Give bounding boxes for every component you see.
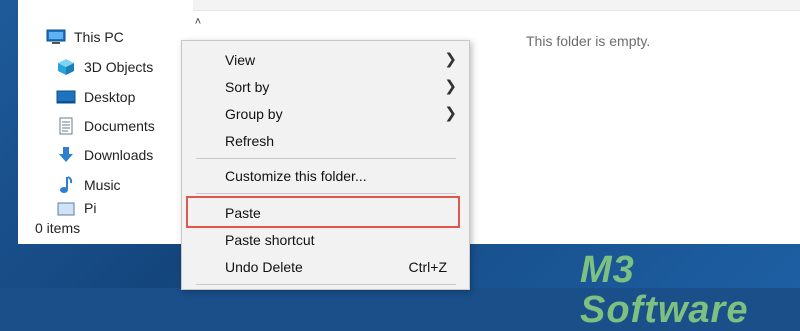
- nav-item-label: Music: [84, 177, 121, 193]
- menu-item-label: View: [225, 52, 256, 68]
- chevron-right-icon: ❯: [444, 51, 457, 68]
- chevron-right-icon: ❯: [444, 105, 457, 122]
- menu-separator: [196, 193, 456, 194]
- context-menu: View ❯ Sort by ❯ Group by ❯ Refresh Cust…: [181, 40, 470, 290]
- menu-item-group-by[interactable]: Group by ❯: [182, 101, 469, 127]
- brand-watermark: M3 Software: [580, 249, 749, 331]
- menu-item-paste-shortcut[interactable]: Paste shortcut: [182, 227, 469, 253]
- menu-item-label: Refresh: [225, 133, 275, 149]
- menu-item-sort-by[interactable]: Sort by ❯: [182, 74, 469, 100]
- menu-separator: [196, 284, 456, 285]
- nav-item-label: Documents: [84, 118, 155, 134]
- nav-item-3d-objects[interactable]: 3D Objects: [56, 54, 153, 80]
- navigation-pane: This PC 3D Objects Desktop Documents Dow…: [18, 0, 193, 220]
- music-icon: [56, 176, 76, 194]
- nav-item-this-pc[interactable]: This PC: [46, 24, 124, 50]
- pictures-icon: [56, 199, 76, 217]
- menu-item-label: Group by: [225, 106, 283, 122]
- desktop-icon: [56, 88, 76, 106]
- computer-icon: [46, 28, 66, 46]
- empty-folder-message: This folder is empty.: [526, 33, 651, 49]
- menu-item-undo-delete[interactable]: Undo Delete Ctrl+Z: [182, 254, 469, 280]
- nav-item-label: Desktop: [84, 89, 136, 105]
- nav-item-documents[interactable]: Documents: [56, 113, 155, 139]
- nav-item-desktop[interactable]: Desktop: [56, 84, 135, 110]
- paste-highlight-box: [186, 196, 460, 228]
- nav-item-downloads[interactable]: Downloads: [56, 142, 153, 168]
- nav-item-pictures[interactable]: Pi: [56, 198, 96, 218]
- menu-item-view[interactable]: View ❯: [182, 47, 469, 73]
- cube-icon: [56, 58, 76, 76]
- menu-item-label: Customize this folder...: [225, 168, 367, 184]
- chevron-up-icon[interactable]: ˄: [190, 14, 206, 30]
- menu-item-label: Paste shortcut: [225, 232, 315, 248]
- menu-item-customize-folder[interactable]: Customize this folder...: [182, 163, 469, 189]
- chevron-right-icon: ❯: [444, 78, 457, 95]
- nav-item-label: Downloads: [84, 147, 154, 163]
- menu-item-label: Sort by: [225, 79, 270, 95]
- document-icon: [56, 117, 76, 135]
- nav-item-label: 3D Objects: [84, 59, 154, 75]
- address-bar-area: [148, 0, 800, 11]
- nav-item-music[interactable]: Music: [56, 172, 121, 198]
- download-icon: [56, 146, 76, 164]
- menu-item-refresh[interactable]: Refresh: [182, 128, 469, 154]
- keyboard-shortcut: Ctrl+Z: [408, 259, 448, 275]
- menu-separator: [196, 158, 456, 159]
- nav-item-label: Pi: [84, 200, 97, 216]
- nav-item-label: This PC: [74, 29, 124, 45]
- menu-item-label: Undo Delete: [225, 259, 303, 275]
